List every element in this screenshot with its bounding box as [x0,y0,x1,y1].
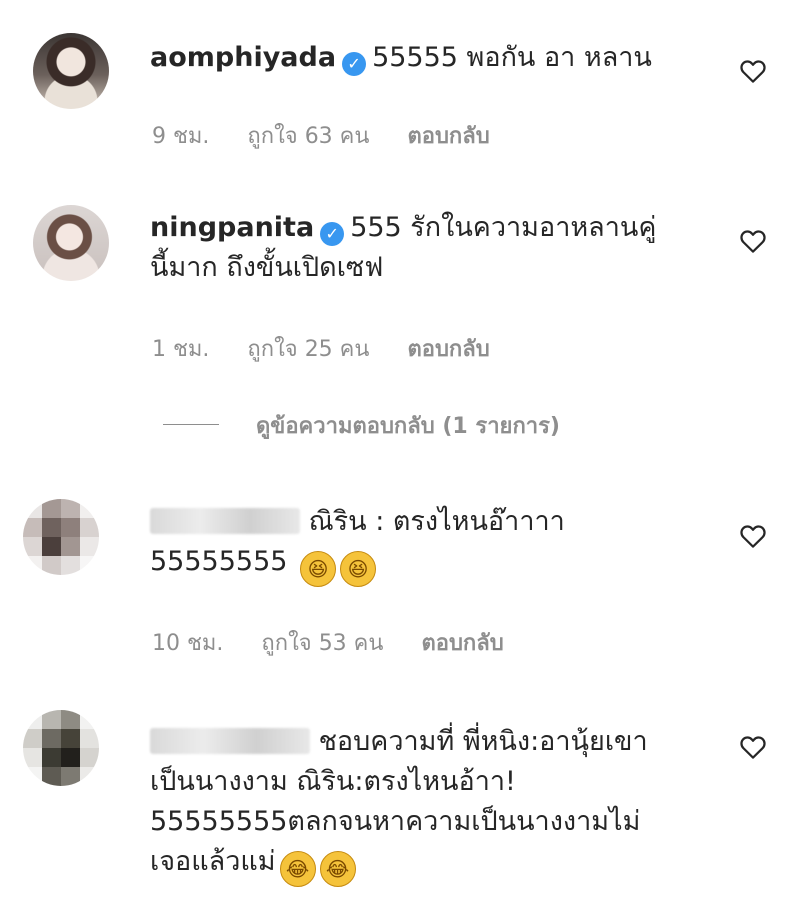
like-count[interactable]: ถูกใจ 25 คน [247,337,369,362]
comment-text-line: เป็นนางงาม ณิริน:ตรงไหนอ้าา! [150,766,516,797]
comment-meta: 9 ชม. ถูกใจ 63 คน ตอบกลับ [152,118,490,153]
blurred-username[interactable] [150,728,310,754]
avatar[interactable] [23,499,99,575]
heart-icon[interactable] [738,56,768,86]
like-count[interactable]: ถูกใจ 53 คน [261,631,383,656]
reply-button[interactable]: ตอบกลับ [421,631,503,656]
comment-body: ningpanita ✓ 555 รักในความอาหลานคู่ นี้มาก… [150,208,656,288]
reply-button[interactable]: ตอบกลับ [407,124,489,149]
rolling-laughing-emoji-icon: 😆 [340,551,377,587]
comment-item: ชอบความที่ พี่หนิง:อานุ้ยเขา เป็นนางงาม … [0,700,800,906]
username[interactable]: ningpanita [150,212,314,243]
comment-body: aomphiyada ✓ 55555 พอกัน อา หลาน [150,38,652,78]
comment-text: 55555 พอกัน อา หลาน [372,42,652,73]
comment-time[interactable]: 9 ชม. [152,124,209,149]
comment-text-line: นี้มาก ถึงขั้นเปิดเซฟ [150,252,384,283]
avatar[interactable] [33,33,109,109]
verified-badge-icon: ✓ [342,52,367,76]
comment-body: ณิริน : ตรงไหนอ๊าาาา 55555555 😆 😆 [150,502,565,587]
username[interactable]: aomphiyada [150,42,336,73]
comment-text-line: : ตรงไหนอ๊าาาา [375,506,565,537]
avatar[interactable] [33,205,109,281]
comment-body: ชอบความที่ พี่หนิง:อานุ้ยเขา เป็นนางงาม … [150,722,648,887]
comment-meta: 10 ชม. ถูกใจ 53 คน ตอบกลับ [152,625,504,660]
comment-text-line: 555 รักในความอาหลานคู่ [350,212,657,243]
comment-text-line: ชอบความที่ พี่หนิง:อานุ้ยเขา [318,726,648,757]
username[interactable]: ณิริน [309,506,367,537]
view-replies-button[interactable]: ดูข้อความตอบกลับ (1 รายการ) [256,408,560,443]
comment-time[interactable]: 10 ชม. [152,631,223,656]
tears-of-joy-emoji-icon: 😂 [319,851,356,887]
avatar[interactable] [23,710,99,786]
comment-item: aomphiyada ✓ 55555 พอกัน อา หลาน 9 ชม. ถูกใ… [0,0,800,170]
heart-icon[interactable] [738,521,768,551]
heart-icon[interactable] [738,732,768,762]
reply-button[interactable]: ตอบกลับ [407,337,489,362]
rolling-laughing-emoji-icon: 😆 [300,551,337,587]
blurred-username[interactable] [150,508,300,534]
comment-item: ณิริน : ตรงไหนอ๊าาาา 55555555 😆 😆 10 ชม. ถ… [0,485,800,685]
verified-badge-icon: ✓ [320,222,345,246]
comment-text-line: 55555555 [150,546,288,577]
comment-text-line: 55555555ตลกจนหาความเป็นนางงามไม่ [150,806,641,837]
tears-of-joy-emoji-icon: 😂 [279,851,316,887]
view-replies-divider [163,424,219,425]
comment-text-line: เจอแล้วแม่ [150,846,276,877]
heart-icon[interactable] [738,226,768,256]
comment-meta: 1 ชม. ถูกใจ 25 คน ตอบกลับ [152,331,490,366]
like-count[interactable]: ถูกใจ 63 คน [247,124,369,149]
comment-time[interactable]: 1 ชม. [152,337,209,362]
